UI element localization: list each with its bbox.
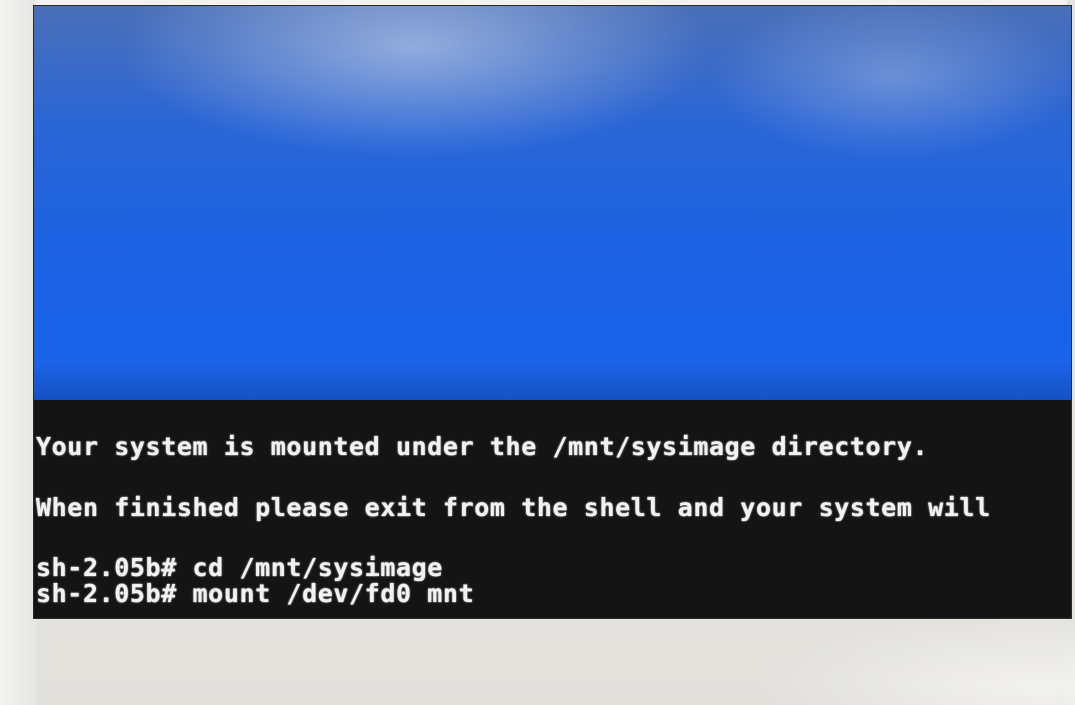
blue-background-area [34,6,1071,400]
monitor-bezel-left [0,0,36,705]
terminal-command-line: sh-2.05b# mount /dev/fd0 mnt [36,579,475,608]
light-glare [755,615,1075,705]
terminal-message-line: Your system is mounted under the /mnt/sy… [36,432,929,461]
terminal-shell[interactable]: Your system is mounted under the /mnt/sy… [34,400,1071,618]
monitor-screen: Your system is mounted under the /mnt/sy… [34,6,1071,618]
monitor-photo: Your system is mounted under the /mnt/sy… [0,0,1075,705]
terminal-message-line: When finished please exit from the shell… [36,493,991,522]
